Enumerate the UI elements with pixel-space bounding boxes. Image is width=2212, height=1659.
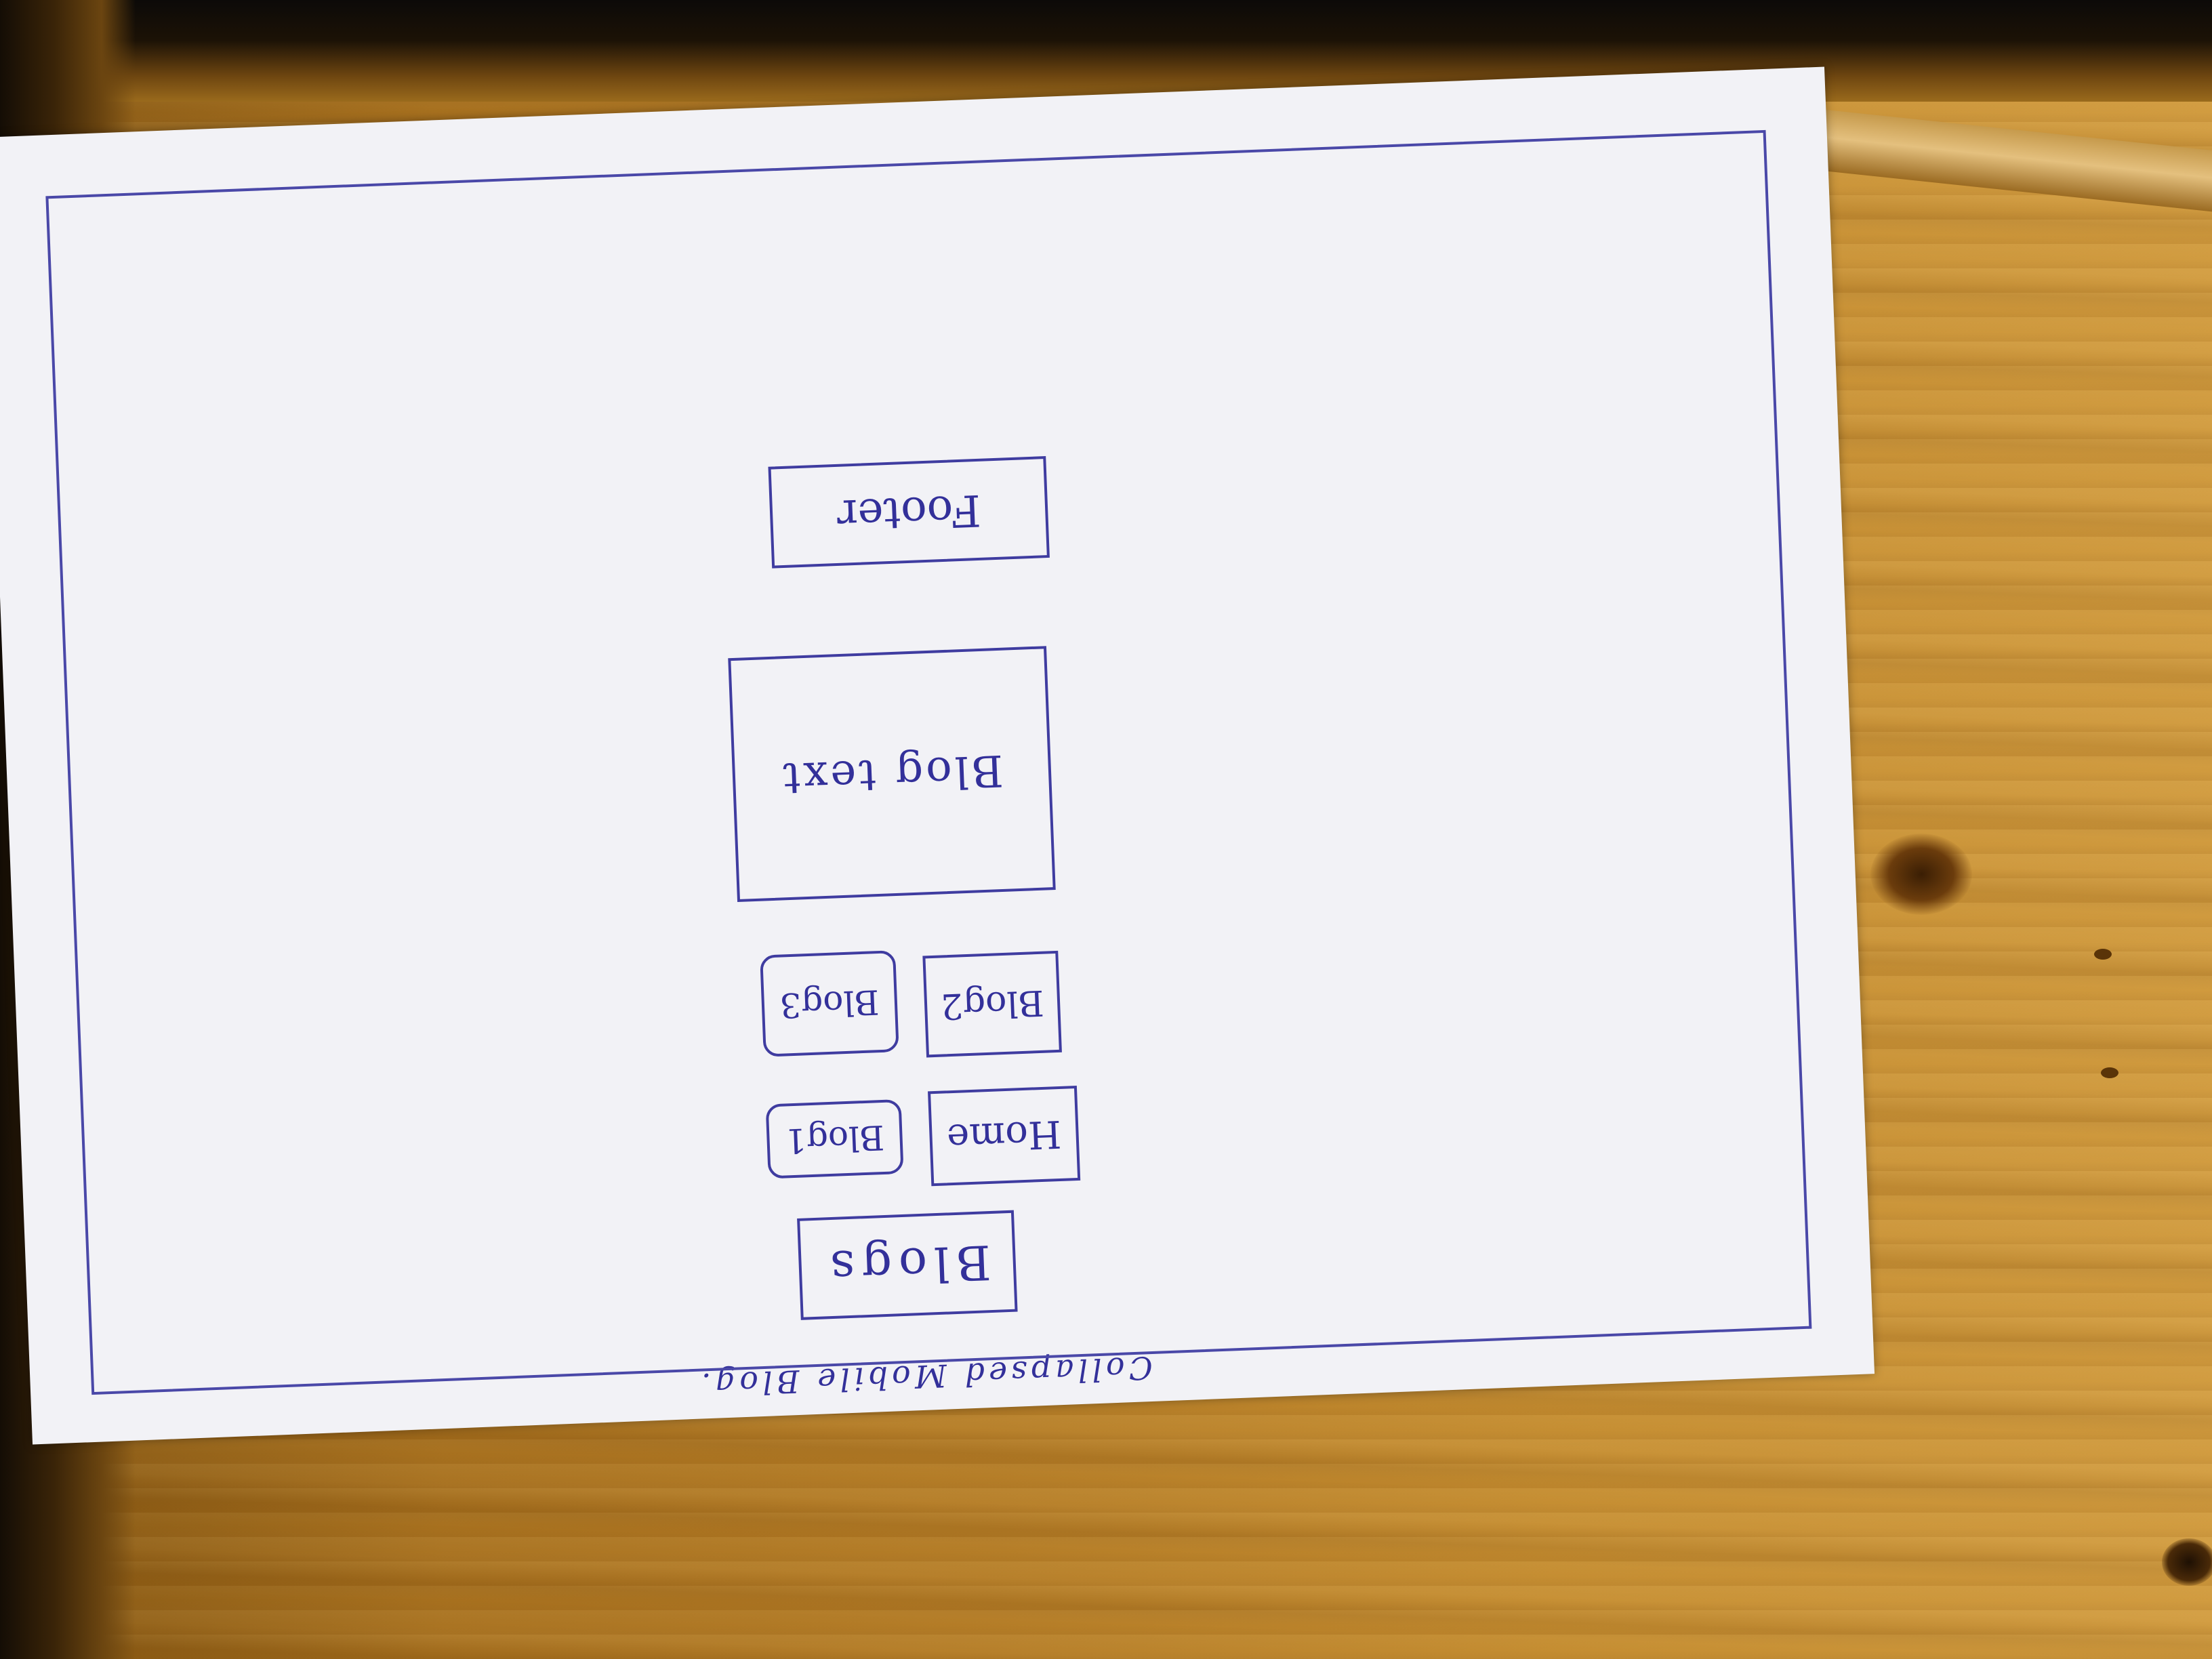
wood-knot [1870, 834, 1972, 915]
blogs-header: Blogs [797, 1210, 1018, 1320]
dark-frame-top [0, 0, 2212, 102]
nav-blog1-button[interactable]: Blog1 [765, 1099, 904, 1179]
blog-text-area: Blog text [728, 646, 1056, 902]
nav-blog3-button[interactable]: Blog3 [760, 950, 899, 1057]
sketch-paper: Collapsed Mobile Blog. Blogs Home Blog1 … [0, 66, 1875, 1445]
wood-spot [2101, 1067, 2118, 1078]
wireframe-sketch: Collapsed Mobile Blog. Blogs Home Blog1 … [0, 67, 1875, 1445]
blogs-title: Blogs [822, 1234, 992, 1296]
nav-home-button[interactable]: Home [928, 1085, 1081, 1187]
footer-label: Footer [836, 484, 982, 540]
footer-box: Footer [768, 456, 1050, 569]
wood-knot-small [2162, 1538, 2212, 1586]
nav-blog3-label: Blog3 [779, 982, 880, 1025]
wood-spot [2094, 949, 2112, 960]
blog-text-label: Blog text [779, 744, 1004, 804]
nav-blog2-label: Blog2 [939, 981, 1045, 1027]
nav-blog2-button[interactable]: Blog2 [922, 950, 1062, 1058]
nav-blog1-label: Blog1 [784, 1117, 886, 1161]
nav-home-label: Home [946, 1111, 1063, 1160]
